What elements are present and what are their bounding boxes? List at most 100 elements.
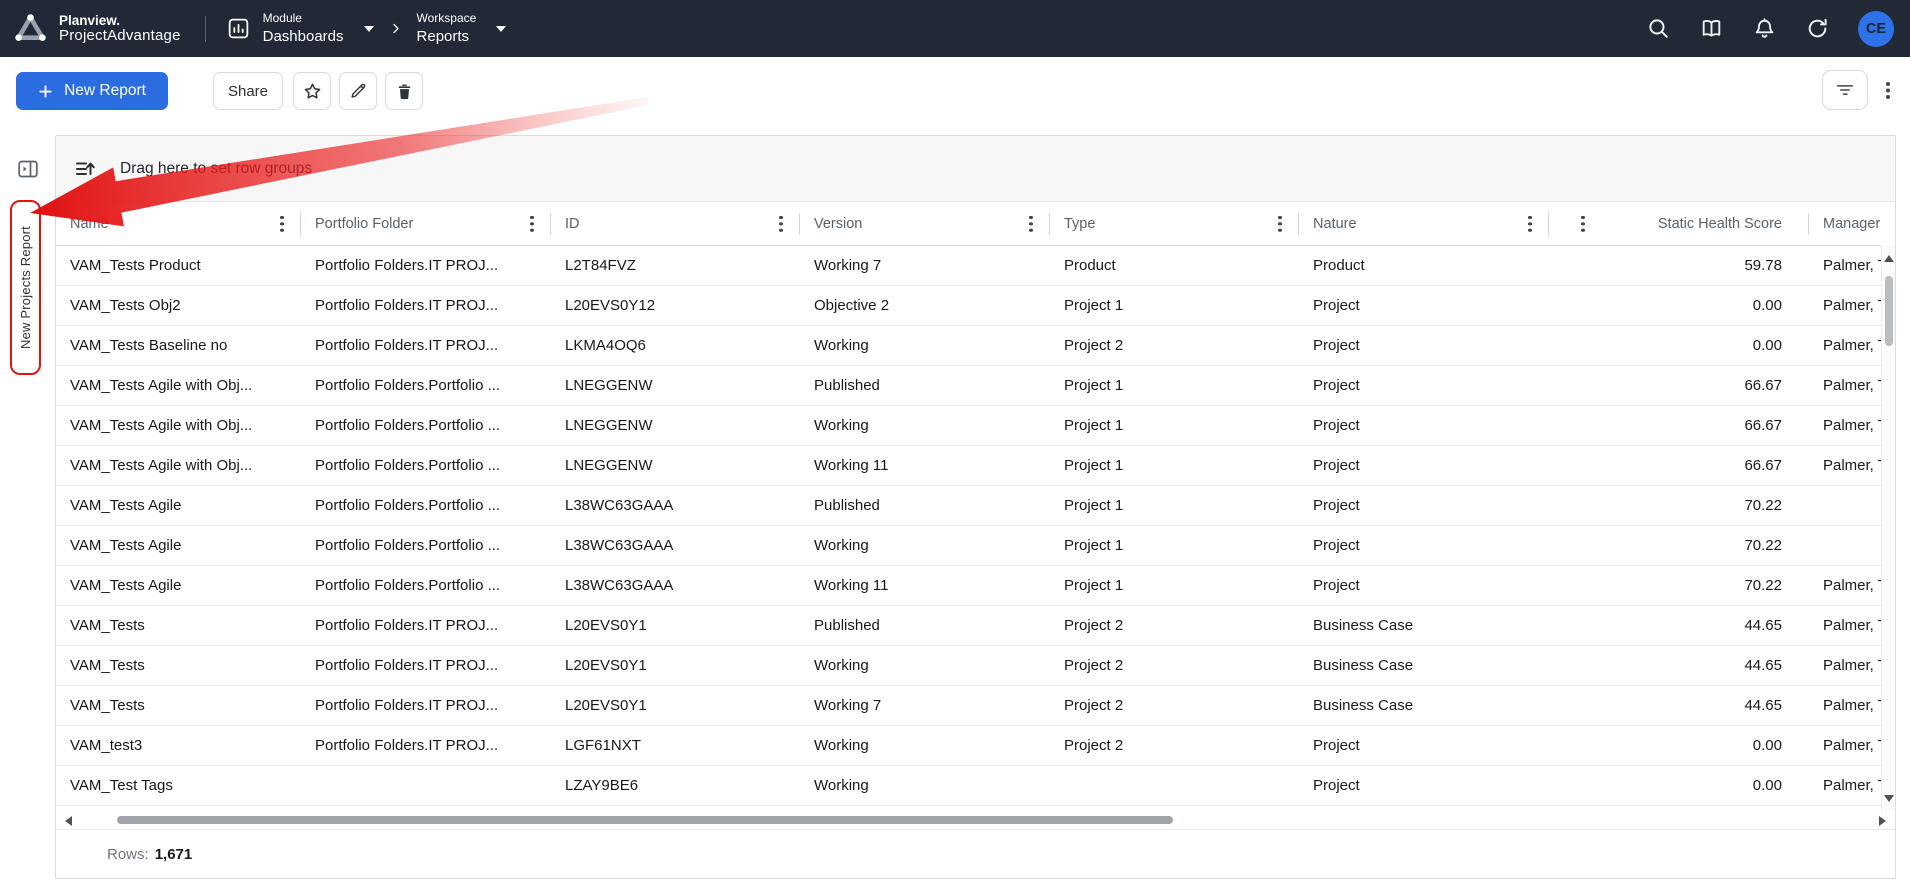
cell[interactable]: Portfolio Folders.IT PROJ... [301, 286, 551, 325]
cell[interactable] [1809, 486, 1881, 525]
vertical-scrollbar[interactable] [1881, 246, 1895, 811]
scroll-left-icon[interactable] [65, 816, 72, 826]
horizontal-scrollbar[interactable] [56, 811, 1895, 829]
cell[interactable]: LNEGGENW [551, 406, 800, 445]
cell[interactable]: Working 11 [800, 446, 1050, 485]
favorite-star-button[interactable] [293, 72, 331, 110]
cell[interactable]: LNEGGENW [551, 366, 800, 405]
horizontal-scroll-thumb[interactable] [117, 816, 1173, 824]
cell[interactable]: VAM_Tests [56, 606, 301, 645]
cell[interactable]: L20EVS0Y1 [551, 606, 800, 645]
cell[interactable]: Palmer, T [1809, 286, 1881, 325]
cell[interactable]: Business Case [1299, 686, 1549, 725]
cell[interactable]: Project 1 [1050, 366, 1299, 405]
cell[interactable]: Project [1299, 406, 1549, 445]
cell[interactable]: Project 2 [1050, 326, 1299, 365]
column-menu-icon[interactable] [280, 216, 284, 233]
cell[interactable]: L2T84FVZ [551, 246, 800, 285]
cell[interactable]: LNEGGENW [551, 446, 800, 485]
table-row[interactable]: VAM_Tests AgilePortfolio Folders.Portfol… [56, 566, 1881, 606]
cell[interactable]: Portfolio Folders.IT PROJ... [301, 246, 551, 285]
header-cell-id[interactable]: ID [551, 202, 800, 246]
help-book-icon[interactable] [1699, 16, 1724, 41]
cell[interactable]: Working [800, 766, 1050, 805]
cell[interactable]: Portfolio Folders.IT PROJ... [301, 646, 551, 685]
table-row[interactable]: VAM_Test TagsLZAY9BE6WorkingProject0.00P… [56, 766, 1881, 806]
cell[interactable]: L20EVS0Y1 [551, 686, 800, 725]
cell[interactable]: Portfolio Folders.Portfolio ... [301, 366, 551, 405]
cell[interactable]: Project [1299, 446, 1549, 485]
table-row[interactable]: VAM_TestsPortfolio Folders.IT PROJ...L20… [56, 606, 1881, 646]
search-icon[interactable] [1646, 16, 1671, 41]
cell[interactable] [1050, 766, 1299, 805]
cell[interactable]: 70.22 [1549, 566, 1809, 605]
table-row[interactable]: VAM_Tests Agile with Obj...Portfolio Fol… [56, 366, 1881, 406]
scroll-up-icon[interactable] [1884, 255, 1894, 262]
cell[interactable]: Palmer, T [1809, 326, 1881, 365]
cell[interactable]: Project [1299, 526, 1549, 565]
cell[interactable]: 70.22 [1549, 526, 1809, 565]
cell[interactable]: L38WC63GAAA [551, 486, 800, 525]
table-row[interactable]: VAM_TestsPortfolio Folders.IT PROJ...L20… [56, 646, 1881, 686]
refresh-icon[interactable] [1805, 16, 1830, 41]
cell[interactable]: Palmer, T [1809, 726, 1881, 765]
cell[interactable]: Palmer, T [1809, 766, 1881, 805]
cell[interactable]: 59.78 [1549, 246, 1809, 285]
column-menu-icon[interactable] [1029, 216, 1033, 233]
cell[interactable]: 44.65 [1549, 646, 1809, 685]
cell[interactable]: Working 7 [800, 686, 1050, 725]
cell[interactable]: VAM_test3 [56, 726, 301, 765]
cell[interactable]: VAM_Tests Baseline no [56, 326, 301, 365]
table-row[interactable]: VAM_Tests Obj2Portfolio Folders.IT PROJ.… [56, 286, 1881, 326]
column-menu-icon[interactable] [779, 216, 783, 233]
cell[interactable]: Published [800, 486, 1050, 525]
header-cell-version[interactable]: Version [800, 202, 1050, 246]
report-tab-new-projects-report[interactable]: New Projects Report [10, 200, 41, 375]
cell[interactable]: Working [800, 646, 1050, 685]
cell[interactable]: Working 7 [800, 246, 1050, 285]
header-cell-name[interactable]: Name [56, 202, 301, 246]
cell[interactable]: Working [800, 726, 1050, 765]
cell[interactable]: Project 1 [1050, 566, 1299, 605]
cell[interactable]: Project 1 [1050, 286, 1299, 325]
cell[interactable]: Palmer, T [1809, 686, 1881, 725]
cell[interactable]: Portfolio Folders.IT PROJ... [301, 726, 551, 765]
cell[interactable]: Project [1299, 566, 1549, 605]
cell[interactable]: Palmer, T [1809, 646, 1881, 685]
cell[interactable]: Working [800, 526, 1050, 565]
cell[interactable]: Objective 2 [800, 286, 1050, 325]
cell[interactable]: 70.22 [1549, 486, 1809, 525]
cell[interactable]: VAM_Tests [56, 686, 301, 725]
cell[interactable]: Portfolio Folders.IT PROJ... [301, 686, 551, 725]
cell[interactable]: 44.65 [1549, 686, 1809, 725]
cell[interactable]: Project 2 [1050, 686, 1299, 725]
cell[interactable]: VAM_Tests Agile [56, 486, 301, 525]
header-cell-portfolio-folder[interactable]: Portfolio Folder [301, 202, 551, 246]
edit-pencil-button[interactable] [339, 72, 377, 110]
cell[interactable]: Project 1 [1050, 526, 1299, 565]
cell[interactable]: VAM_Tests Agile with Obj... [56, 366, 301, 405]
cell[interactable]: Project [1299, 486, 1549, 525]
cell[interactable]: Project 2 [1050, 606, 1299, 645]
header-cell-manager-1[interactable]: Manager 1 [1809, 202, 1881, 246]
cell[interactable]: Portfolio Folders.Portfolio ... [301, 406, 551, 445]
cell[interactable]: Palmer, T [1809, 446, 1881, 485]
cell[interactable]: Project [1299, 286, 1549, 325]
cell[interactable]: Product [1050, 246, 1299, 285]
scroll-down-icon[interactable] [1884, 795, 1894, 802]
cell[interactable]: 0.00 [1549, 766, 1809, 805]
vertical-scroll-thumb[interactable] [1885, 276, 1893, 346]
cell[interactable]: VAM_Tests Agile [56, 526, 301, 565]
cell[interactable]: Project [1299, 726, 1549, 765]
filter-button[interactable] [1822, 70, 1868, 110]
table-row[interactable]: VAM_TestsPortfolio Folders.IT PROJ...L20… [56, 686, 1881, 726]
cell[interactable]: L38WC63GAAA [551, 566, 800, 605]
cell[interactable]: Business Case [1299, 646, 1549, 685]
cell[interactable]: Portfolio Folders.Portfolio ... [301, 446, 551, 485]
user-avatar[interactable]: CE [1858, 11, 1894, 47]
cell[interactable]: Portfolio Folders.Portfolio ... [301, 526, 551, 565]
cell[interactable]: 66.67 [1549, 446, 1809, 485]
cell[interactable]: Project [1299, 366, 1549, 405]
cell[interactable]: Project 1 [1050, 406, 1299, 445]
cell[interactable] [1809, 526, 1881, 565]
